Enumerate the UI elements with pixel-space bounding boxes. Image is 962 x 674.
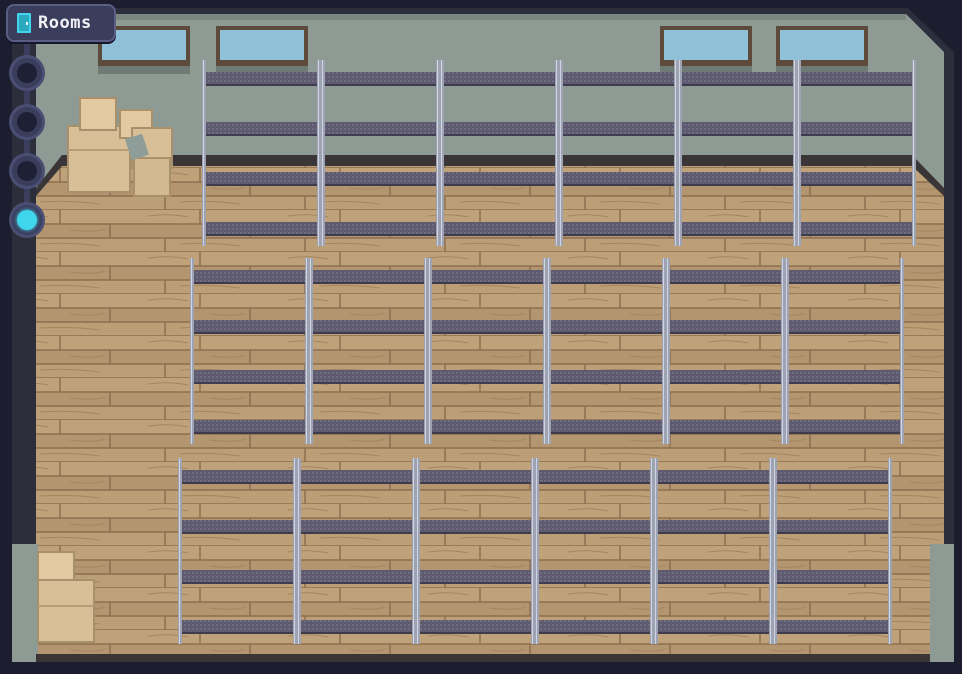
room-node-3[interactable] xyxy=(9,153,45,189)
game-viewport: Rooms xyxy=(0,0,962,674)
floor-edge xyxy=(36,654,930,662)
rooms-button-label: Rooms xyxy=(38,13,92,33)
room-node-2[interactable] xyxy=(9,104,45,140)
room-node-4[interactable] xyxy=(9,202,45,238)
warehouse-scene xyxy=(0,0,962,674)
room-node-dot xyxy=(17,161,37,181)
room-node-1[interactable] xyxy=(9,55,45,91)
window-2 xyxy=(216,26,308,74)
window-3 xyxy=(660,26,752,74)
room-node-dot xyxy=(17,112,37,132)
rooms-button[interactable]: Rooms xyxy=(6,4,116,42)
window-4 xyxy=(776,26,868,74)
door-icon xyxy=(17,13,31,33)
room-node-dot xyxy=(17,63,37,83)
room-node-dot xyxy=(17,210,37,230)
